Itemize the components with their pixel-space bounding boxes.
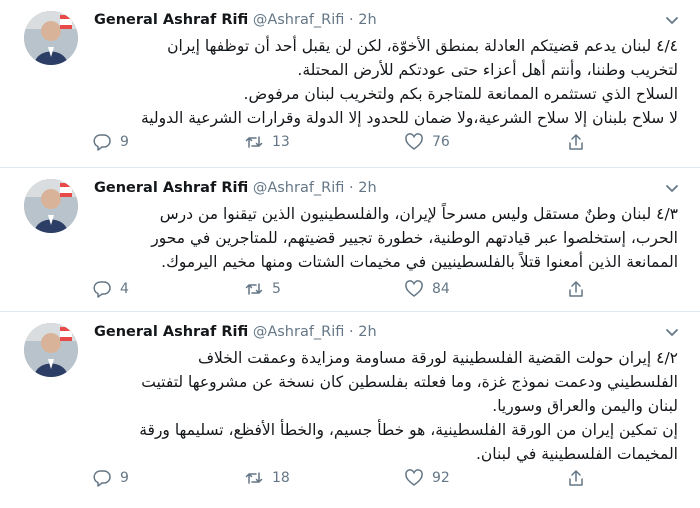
- author-name[interactable]: General Ashraf Rifi: [94, 324, 248, 340]
- tweet-text-line: الحرب، إستخلصوا عبر قيادتهم الوطنية، خطو…: [151, 229, 678, 247]
- tweet-text-line: لتخريب وطننا، وأنتم أهل أعزاء حتى عودتكم…: [297, 61, 678, 79]
- chevron-down-icon[interactable]: [662, 10, 682, 30]
- retweet-icon: [245, 136, 263, 148]
- tweet-time[interactable]: 2h: [358, 12, 376, 28]
- retweet-count: 5: [272, 281, 281, 297]
- reply-button[interactable]: 9: [92, 468, 129, 488]
- tweet-text-line: الفلسطيني ودعمت نموذج غزة، وما فعلته بفل…: [141, 373, 678, 391]
- tweet-header: General Ashraf Rifi @Ashraf_Rifi · 2h: [94, 180, 377, 196]
- tweet-time[interactable]: 2h: [358, 324, 376, 340]
- tweet-header: General Ashraf Rifi @Ashraf_Rifi · 2h: [94, 324, 377, 340]
- author-handle[interactable]: @Ashraf_Rifi: [253, 324, 345, 340]
- retweet-button[interactable]: 18: [244, 468, 290, 488]
- chevron-down-icon[interactable]: [662, 178, 682, 198]
- avatar[interactable]: [24, 323, 78, 377]
- tweet-text-line: لا سلاح بلبنان إلا سلاح الشرعية،ولا ضمان…: [140, 109, 678, 127]
- share-button[interactable]: [566, 279, 586, 299]
- like-button[interactable]: 76: [404, 132, 450, 152]
- reply-icon: [93, 281, 111, 298]
- share-button[interactable]: [566, 468, 586, 488]
- tweet-text-line: إن تمكين إيران من الورقة الفلسطينية، هو …: [139, 421, 678, 439]
- tweet-time[interactable]: 2h: [358, 180, 376, 196]
- retweet-count: 18: [272, 470, 290, 486]
- tweet-text-line: لبنان واليمن والعراق وسوريا.: [492, 397, 678, 415]
- like-button[interactable]: 92: [404, 468, 450, 488]
- separator: ·: [349, 180, 354, 196]
- reply-count: 9: [120, 134, 129, 150]
- reply-button[interactable]: 4: [92, 279, 129, 299]
- author-handle[interactable]: @Ashraf_Rifi: [253, 180, 345, 196]
- tweet-header: General Ashraf Rifi @Ashraf_Rifi · 2h: [94, 12, 377, 28]
- heart-icon: [405, 133, 423, 150]
- reply-count: 9: [120, 470, 129, 486]
- reply-icon: [93, 134, 111, 151]
- like-count: 76: [432, 134, 450, 150]
- like-button[interactable]: 84: [404, 279, 450, 299]
- retweet-icon: [245, 472, 263, 484]
- heart-icon: [405, 280, 423, 297]
- chevron-down-icon[interactable]: [662, 322, 682, 342]
- share-icon: [569, 134, 583, 150]
- tweet-feed: General Ashraf Rifi @Ashraf_Rifi · 2h ٤/…: [0, 0, 700, 508]
- heart-icon: [405, 469, 423, 486]
- like-count: 92: [432, 470, 450, 486]
- tweet-text-line: ٤/٣ لبنان وطنٌ مستقل وليس مسرحاً لإيران،…: [159, 205, 678, 223]
- author-name[interactable]: General Ashraf Rifi: [94, 12, 248, 28]
- avatar[interactable]: [24, 179, 78, 233]
- tweet[interactable]: General Ashraf Rifi @Ashraf_Rifi · 2h ٤/…: [0, 0, 700, 168]
- tweet-text-line: المخيمات الفلسطينية في لبنان.: [475, 445, 678, 463]
- tweet-text-line: ٤/٤ لبنان يدعم قضيتكم العادلة بمنطق الأخ…: [167, 37, 678, 55]
- author-handle[interactable]: @Ashraf_Rifi: [253, 12, 345, 28]
- share-icon: [569, 281, 583, 297]
- retweet-icon: [245, 283, 263, 295]
- retweet-count: 13: [272, 134, 290, 150]
- tweet-text-line: الممانعة الذين أمعنوا قتلاً بالفلسطينيين…: [161, 253, 678, 271]
- tweet-actions: 4 5 84: [92, 279, 680, 301]
- avatar[interactable]: [24, 11, 78, 65]
- retweet-button[interactable]: 5: [244, 279, 281, 299]
- tweet-text: ٤/٤ لبنان يدعم قضيتكم العادلة بمنطق الأخ…: [94, 34, 678, 130]
- reply-button[interactable]: 9: [92, 132, 129, 152]
- author-name[interactable]: General Ashraf Rifi: [94, 180, 248, 196]
- tweet-text: ٤/٣ لبنان وطنٌ مستقل وليس مسرحاً لإيران،…: [94, 202, 678, 274]
- reply-count: 4: [120, 281, 129, 297]
- reply-icon: [93, 470, 111, 487]
- share-button[interactable]: [566, 132, 586, 152]
- separator: ·: [349, 12, 354, 28]
- like-count: 84: [432, 281, 450, 297]
- tweet-text: ٤/٢ إيران حولت القضية الفلسطينية لورقة م…: [94, 346, 678, 466]
- tweet-text-line: السلاح الذي تستثمره الممانعة للمتاجرة بك…: [243, 85, 678, 103]
- tweet-text-line: ٤/٢ إيران حولت القضية الفلسطينية لورقة م…: [197, 349, 678, 367]
- tweet[interactable]: General Ashraf Rifi @Ashraf_Rifi · 2h ٤/…: [0, 168, 700, 312]
- tweet[interactable]: General Ashraf Rifi @Ashraf_Rifi · 2h ٤/…: [0, 312, 700, 508]
- tweet-actions: 9 13 76: [92, 132, 680, 154]
- retweet-button[interactable]: 13: [244, 132, 290, 152]
- tweet-actions: 9 18 92: [92, 468, 680, 490]
- share-icon: [569, 470, 583, 486]
- separator: ·: [349, 324, 354, 340]
